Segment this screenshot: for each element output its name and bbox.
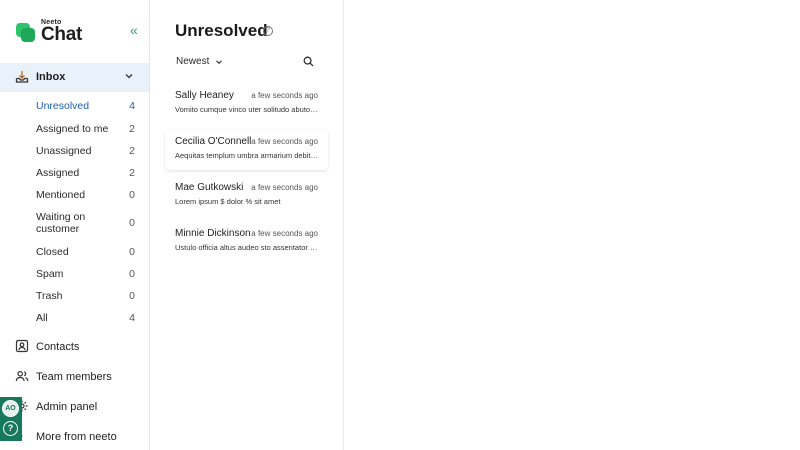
search-icon[interactable] <box>303 56 314 67</box>
conversation-detail-pane <box>345 0 800 450</box>
conversation-preview: Lorem ipsum $ dolor % sit amet <box>175 197 281 206</box>
user-strip: AO ? <box>0 397 22 441</box>
sidebar-item-count: 0 <box>129 246 135 258</box>
sidebar-item-label: Mentioned <box>36 189 86 201</box>
help-icon[interactable]: ? <box>3 421 18 436</box>
sidebar-item-contacts[interactable]: Contacts <box>0 336 149 358</box>
conversation-item[interactable]: Minnie Dickinson a few seconds ago Ustul… <box>165 222 328 262</box>
sidebar-item-label: Closed <box>36 246 69 258</box>
sidebar-item-label: Assigned to me <box>36 123 109 135</box>
logo-icon <box>16 22 36 42</box>
page-title: Unresolved <box>175 21 268 40</box>
conversation-name: Minnie Dickinson <box>175 228 251 239</box>
neeto-chat-logo[interactable]: Neeto Chat <box>16 19 82 44</box>
sidebar-item-inbox-label: Inbox <box>36 71 66 83</box>
collapse-sidebar-icon[interactable]: « <box>130 23 142 37</box>
sidebar-item-count: 2 <box>129 123 135 135</box>
sidebar-item-label: Unresolved <box>36 100 90 112</box>
sidebar-item-count: 0 <box>129 268 135 280</box>
sidebar-item-count: 0 <box>129 290 135 302</box>
contacts-icon <box>15 339 29 353</box>
sidebar-item-inbox[interactable]: Inbox <box>0 63 149 92</box>
conversation-time: a few seconds ago <box>251 229 318 238</box>
sidebar-item-label: Admin panel <box>36 401 98 413</box>
sidebar-item-label: More from neeto <box>36 431 117 443</box>
conversation-time: a few seconds ago <box>251 91 318 100</box>
chevron-down-icon[interactable] <box>124 71 134 81</box>
sidebar-item-more-from-neeto[interactable]: More from neeto <box>0 426 149 448</box>
help-question-icon[interactable]: ? <box>263 26 273 36</box>
sidebar-item-waiting-on-customer[interactable]: Waiting on customer 0 <box>36 211 138 237</box>
conversation-list-pane: Unresolved ? Newest Sally Heaney a few s… <box>151 0 344 450</box>
conversation-item[interactable]: Cecilia O'Connell a few seconds ago Aequ… <box>165 130 328 170</box>
conversation-time: a few seconds ago <box>251 183 318 192</box>
conversation-item[interactable]: Mae Gutkowski a few seconds ago Lorem ip… <box>165 176 328 216</box>
conversation-time: a few seconds ago <box>251 137 318 146</box>
sidebar-item-count: 0 <box>129 217 135 229</box>
conversation-name: Cecilia O'Connell <box>175 136 252 147</box>
inbox-icon <box>15 71 29 83</box>
conversation-item[interactable]: Sally Heaney a few seconds ago Vomito cu… <box>165 84 328 124</box>
sidebar-item-count: 0 <box>129 189 135 201</box>
sidebar-item-count: 4 <box>129 312 135 324</box>
team-icon <box>15 371 29 382</box>
sort-label: Newest <box>176 56 210 67</box>
sidebar-item-label: All <box>36 312 48 324</box>
sidebar-item-label: Unassigned <box>36 145 92 157</box>
conversation-name: Sally Heaney <box>175 90 234 101</box>
sidebar-item-label: Assigned <box>36 167 80 179</box>
sidebar-item-count: 4 <box>129 100 135 112</box>
sidebar-item-admin-panel[interactable]: Admin panel <box>0 396 149 418</box>
sidebar-item-team-members[interactable]: Team members <box>0 366 149 388</box>
sidebar-item-label: Waiting on customer <box>36 211 86 235</box>
sidebar-item-count: 2 <box>129 167 135 179</box>
sidebar-item-label: Team members <box>36 371 112 383</box>
chevron-down-icon <box>216 59 223 64</box>
conversation-preview: Vomito cumque vinco uter solitudo abutor… <box>175 105 318 114</box>
conversation-name: Mae Gutkowski <box>175 182 244 193</box>
conversation-preview: Aequitas templum umbra armarium debitis … <box>175 151 318 160</box>
conversation-preview: Ustulo officia altus audeo sto assentato… <box>175 243 318 252</box>
logo-big-text: Chat <box>41 24 83 45</box>
sidebar-item-label: Contacts <box>36 341 80 353</box>
avatar[interactable]: AO <box>2 400 19 417</box>
sidebar: Neeto Chat « Inbox Unresolved 4 Assigned… <box>0 0 150 450</box>
sidebar-item-label: Spam <box>36 268 64 280</box>
sort-dropdown[interactable]: Newest <box>176 56 223 67</box>
sidebar-item-label: Trash <box>36 290 63 302</box>
sidebar-item-count: 2 <box>129 145 135 157</box>
